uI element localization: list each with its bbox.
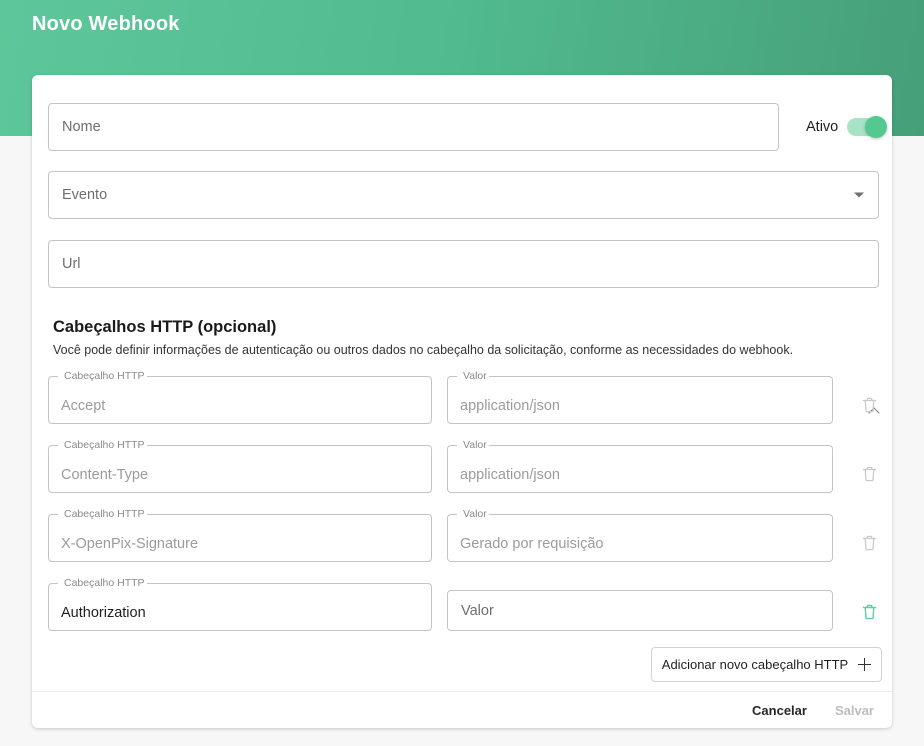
header-value-outline: Valor Valor — [447, 507, 833, 521]
page-title: Novo Webhook — [32, 13, 180, 35]
header-value-placeholder: Valor — [461, 602, 494, 619]
header-value-text: application/json — [460, 467, 560, 483]
header-key-value: Content-Type — [61, 467, 149, 483]
headers-section-title: Cabeçalhos HTTP (opcional) — [53, 318, 277, 336]
save-button[interactable]: Salvar — [835, 703, 874, 718]
table-row: Cabeçalho HTTP Cabeçalho HTTP X-OpenPix-… — [32, 507, 892, 568]
table-row: Cabeçalho HTTP Cabeçalho HTTP Authorizat… — [32, 576, 892, 637]
delete-header-button[interactable] — [854, 390, 884, 420]
evento-placeholder: Evento — [62, 187, 108, 203]
header-key-label: Cabeçalho HTTP — [62, 438, 147, 452]
table-row: Cabeçalho HTTP Cabeçalho HTTP Accept Val… — [32, 369, 892, 430]
trash-icon — [862, 466, 876, 482]
header-value-text: application/json — [460, 398, 560, 414]
header-key-input[interactable]: Cabeçalho HTTP Cabeçalho HTTP Authorizat… — [48, 576, 432, 631]
header-key-input[interactable]: Cabeçalho HTTP Cabeçalho HTTP Accept — [48, 369, 432, 424]
header-value-text: Gerado por requisição — [460, 536, 604, 552]
header-key-input[interactable]: Cabeçalho HTTP Cabeçalho HTTP Content-Ty… — [48, 438, 432, 493]
headers-section-description: Você pode definir informações de autenti… — [53, 343, 794, 357]
header-value-input[interactable]: Valor Valor Gerado por requisição — [447, 507, 833, 562]
header-value-input[interactable]: Valor Valor application/json — [447, 369, 833, 424]
form-body: Nome Ativo Evento Url Cabeçalhos HTTP (o… — [32, 75, 892, 691]
header-key-label: Cabeçalho HTTP — [62, 507, 147, 521]
cancel-button[interactable]: Cancelar — [752, 703, 807, 718]
header-key-outline: Cabeçalho HTTP Cabeçalho HTTP — [48, 369, 432, 383]
header-value-input[interactable]: Valor — [447, 590, 833, 631]
trash-icon — [862, 604, 876, 620]
chevron-down-icon — [854, 192, 864, 198]
ativo-switch[interactable] — [847, 116, 888, 138]
header-key-label: Cabeçalho HTTP — [62, 369, 147, 383]
header-value-outline: Valor Valor — [447, 438, 833, 452]
plus-icon — [858, 658, 872, 671]
evento-select[interactable]: Evento — [48, 171, 879, 219]
header-value-label: Valor — [461, 438, 489, 452]
trash-icon — [862, 397, 876, 413]
header-key-outline: Cabeçalho HTTP Cabeçalho HTTP — [48, 438, 432, 452]
delete-header-button[interactable] — [854, 597, 884, 627]
add-http-header-button[interactable]: Adicionar novo cabeçalho HTTP — [651, 647, 882, 682]
nome-placeholder: Nome — [62, 119, 101, 135]
header-value-input[interactable]: Valor Valor application/json — [447, 438, 833, 493]
url-input[interactable]: Url — [48, 240, 879, 288]
card-footer: Cancelar Salvar — [32, 691, 892, 728]
delete-header-button[interactable] — [854, 528, 884, 558]
ativo-switch-thumb — [865, 116, 888, 138]
header-key-input[interactable]: Cabeçalho HTTP Cabeçalho HTTP X-OpenPix-… — [48, 507, 432, 562]
header-key-label: Cabeçalho HTTP — [62, 576, 147, 590]
header-key-value: X-OpenPix-Signature — [61, 536, 199, 552]
header-value-label: Valor — [461, 369, 489, 383]
table-row: Cabeçalho HTTP Cabeçalho HTTP Content-Ty… — [32, 438, 892, 499]
header-key-value: Authorization — [61, 605, 146, 621]
header-key-outline: Cabeçalho HTTP Cabeçalho HTTP — [48, 576, 432, 590]
ativo-toggle-group[interactable]: Ativo — [806, 103, 892, 151]
trash-icon — [862, 535, 876, 551]
nome-input[interactable]: Nome — [48, 103, 779, 151]
header-key-value: Accept — [61, 398, 106, 414]
delete-header-button[interactable] — [854, 459, 884, 489]
header-key-outline: Cabeçalho HTTP Cabeçalho HTTP — [48, 507, 432, 521]
header-value-label: Valor — [461, 507, 489, 521]
add-http-header-label: Adicionar novo cabeçalho HTTP — [661, 657, 849, 672]
header-value-outline: Valor Valor — [447, 369, 833, 383]
webhook-form-card: Nome Ativo Evento Url Cabeçalhos HTTP (o… — [32, 75, 892, 728]
ativo-label: Ativo — [806, 119, 839, 135]
url-placeholder: Url — [62, 256, 81, 272]
